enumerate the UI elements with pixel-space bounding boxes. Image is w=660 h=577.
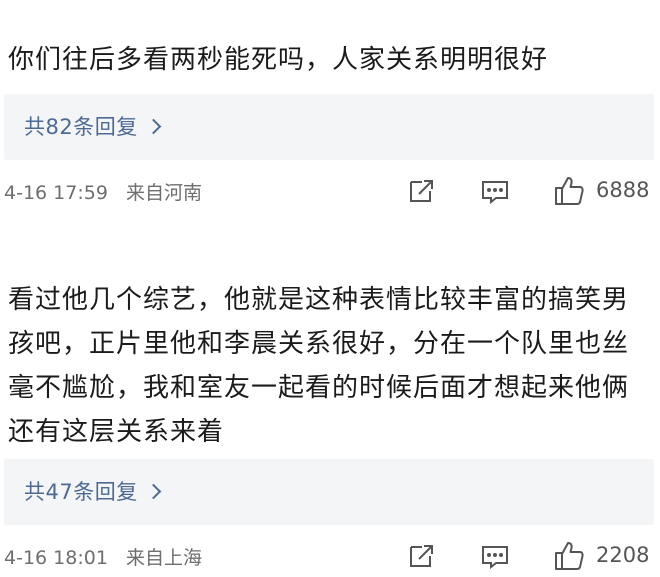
comment-icon[interactable] — [478, 539, 512, 573]
like-count: 2208 — [596, 543, 650, 567]
comment-location: 来自上海 — [125, 547, 202, 569]
thumbs-up-icon[interactable] — [552, 174, 586, 208]
comment-text: 看过他几个综艺，他就是这种表情比较丰富的搞笑男孩吧，正片里他和李晨关系很好，分在… — [8, 285, 630, 447]
view-replies-link[interactable]: 共82条回复 — [24, 111, 162, 141]
chevron-right-icon — [145, 483, 162, 500]
thumbs-up-icon[interactable] — [552, 539, 586, 573]
replies-count-label: 共82条回复 — [24, 115, 138, 139]
like-count: 6888 — [596, 178, 650, 202]
view-replies-link[interactable]: 共47条回复 — [24, 476, 162, 506]
chevron-right-icon — [145, 118, 162, 135]
comment-meta: 4-16 17:59 来自河南 6888 — [0, 170, 660, 210]
share-icon[interactable] — [405, 539, 439, 573]
comment-icon[interactable] — [478, 174, 512, 208]
comment-time: 4-16 17:59 — [4, 182, 108, 204]
replies-count-label: 共47条回复 — [24, 480, 138, 504]
comment-meta: 4-16 18:01 来自上海 2208 — [0, 535, 660, 575]
comment-time: 4-16 18:01 — [4, 547, 108, 569]
replies-box[interactable]: 共47条回复 — [4, 459, 654, 525]
comment-text: 你们往后多看两秒能死吗，人家关系明明很好 — [8, 45, 549, 75]
share-icon[interactable] — [405, 174, 439, 208]
replies-box[interactable]: 共82条回复 — [4, 94, 654, 160]
comment-location: 来自河南 — [125, 182, 202, 204]
